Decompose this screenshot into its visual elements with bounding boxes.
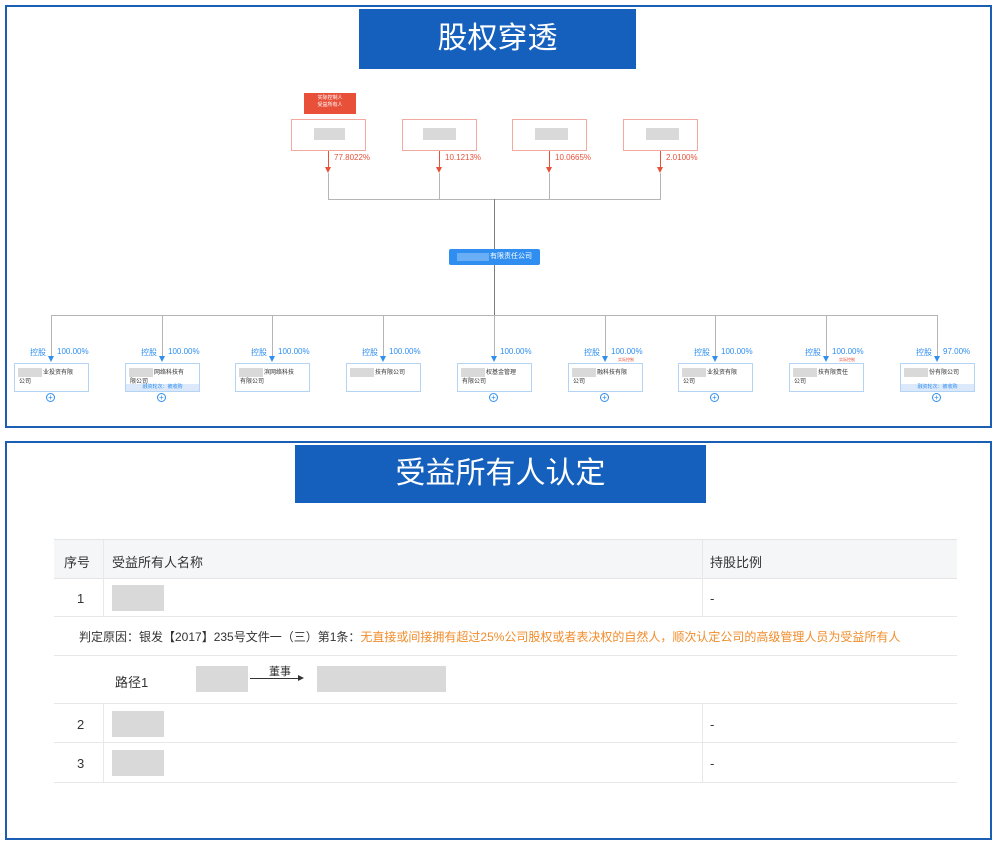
subsidiary-pct: 100.00% [278, 347, 310, 356]
subsidiary-pct: 100.00% [168, 347, 200, 356]
control-label: 控股 [694, 348, 710, 357]
shareholder-pct-3: 10.0665% [555, 153, 592, 162]
control-label: 控股 [30, 348, 46, 357]
control-label: 控股 [251, 348, 267, 357]
subsidiary-node[interactable]: 融科技有限 公司 [568, 363, 643, 392]
expand-icon[interactable]: + [489, 393, 498, 402]
subsidiary-node[interactable]: 份有限公司 融资轮次：被收购 [900, 363, 975, 392]
expand-icon[interactable]: + [46, 393, 55, 402]
equity-penetration-panel: 股权穿透 实际控制人 受益所有人 77.8022% 10.1213% 10.06… [5, 5, 992, 428]
expand-icon[interactable]: + [710, 393, 719, 402]
subsidiary-node[interactable]: 技有限公司 [346, 363, 421, 392]
path-arrow [250, 678, 302, 679]
subsidiary-pct: 100.00% [611, 347, 643, 356]
path-person-redacted [196, 666, 248, 692]
subsidiary-node[interactable]: 业投资有限 公司 [14, 363, 89, 392]
beneficial-owner-panel: 受益所有人认定 序号 受益所有人名称 持股比例 1 - 判定原因：银发【2017… [5, 441, 992, 840]
shareholder-box-2[interactable] [402, 119, 477, 151]
col-name: 受益所有人名称 [112, 555, 204, 570]
shareholder-pct-1: 77.8022% [334, 153, 371, 162]
control-label: 控股 [141, 348, 157, 357]
control-label: 控股 [362, 348, 378, 357]
path-company-redacted [317, 666, 446, 692]
shareholder-box-3[interactable] [512, 119, 587, 151]
subsidiary-pct: 100.00% [721, 347, 753, 356]
expand-icon[interactable]: + [600, 393, 609, 402]
table-row: 3 - [54, 743, 957, 783]
shareholder-box-4[interactable] [623, 119, 698, 151]
control-label: 控股 [584, 348, 600, 357]
path-relation: 董事 [269, 666, 291, 678]
path-label: 路径1 [115, 675, 149, 690]
controller-tag: 实际控制人 受益所有人 [304, 93, 356, 114]
financing-round: 融资轮次：被收购 [126, 384, 199, 391]
beneficial-panel-title: 受益所有人认定 [295, 445, 706, 503]
owner-name-redacted [112, 585, 164, 611]
subsidiary-node[interactable]: 业投资有限 公司 [678, 363, 753, 392]
control-label: 控股 [916, 348, 932, 357]
shareholder-pct-4: 2.0100% [666, 153, 698, 162]
table-header: 序号 受益所有人名称 持股比例 [54, 539, 957, 579]
subsidiary-pct: 100.00% [832, 347, 864, 356]
subsidiary-node[interactable]: 滨网络科技 有限公司 [235, 363, 310, 392]
col-no: 序号 [64, 555, 91, 570]
subsidiary-node[interactable]: 权基金管理 有限公司 [457, 363, 532, 392]
subsidiary-pct: 100.00% [500, 347, 532, 356]
control-label: 控股 [805, 348, 821, 357]
subsidiary-pct: 100.00% [57, 347, 89, 356]
subsidiary-pct: 100.00% [389, 347, 421, 356]
center-company[interactable]: 有限责任公司 [449, 249, 540, 265]
table-row: 2 - [54, 704, 957, 743]
expand-icon[interactable]: + [157, 393, 166, 402]
shareholder-box-1[interactable] [291, 119, 366, 151]
expand-icon[interactable]: + [932, 393, 941, 402]
subsidiary-pct: 97.00% [943, 347, 971, 356]
determination-reason: 判定原因：银发【2017】235号文件一（三）第1条：无直接或间接拥有超过25%… [79, 630, 901, 644]
subsidiary-node[interactable]: 网络科技有 限公司 融资轮次：被收购 [125, 363, 200, 392]
financing-round: 融资轮次：被收购 [901, 384, 974, 391]
table-row: 1 - [54, 579, 957, 617]
equity-panel-title: 股权穿透 [359, 9, 636, 69]
subsidiary-node[interactable]: 技有限责任 公司 [789, 363, 864, 392]
col-ratio: 持股比例 [710, 555, 763, 570]
shareholder-pct-2: 10.1213% [445, 153, 482, 162]
